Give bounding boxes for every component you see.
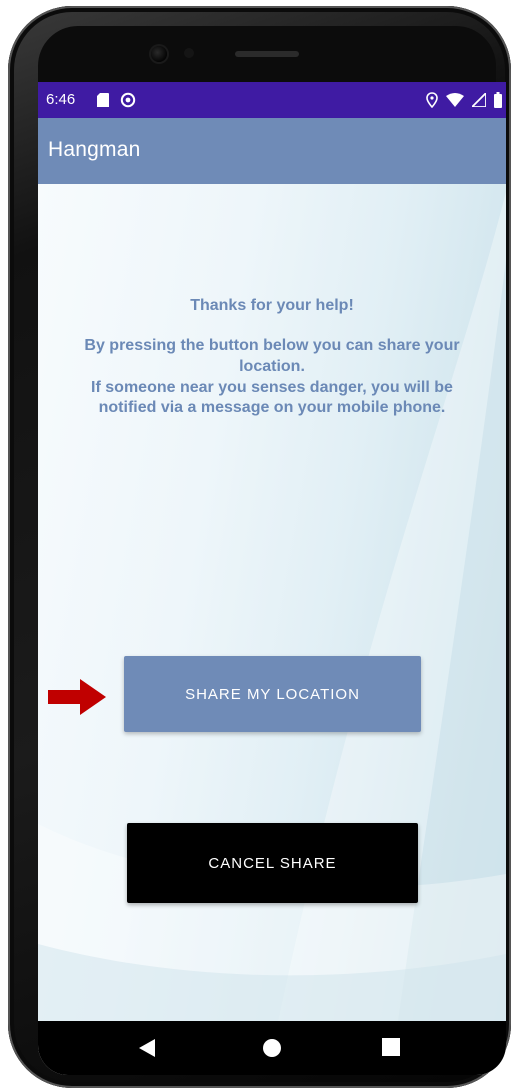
thanks-heading: Thanks for your help! [190,297,354,314]
earpiece-speaker [235,51,299,57]
phone-frame: 6:46 Hangman Thanks for your help! By pr… [8,6,511,1088]
message-line: By pressing the button below you can sha… [84,337,460,354]
sd-card-icon [96,92,110,113]
message-line: location. [239,358,305,375]
battery-icon [494,92,502,113]
right-arrow-icon [48,677,108,722]
status-time: 6:46 [46,91,76,108]
message-line: If someone near you senses danger, you w… [91,379,453,396]
app-bar: Hangman [38,118,506,184]
home-icon[interactable] [262,1038,282,1063]
back-icon[interactable] [138,1038,156,1063]
recents-icon[interactable] [382,1038,400,1061]
share-location-button[interactable]: SHARE MY LOCATION [124,656,421,732]
message-line: notified via a message on your mobile ph… [98,399,446,416]
navigation-bar [38,1021,506,1075]
sensor-icon [184,48,194,58]
front-camera-icon [151,46,167,62]
main-content: Thanks for your help! By pressing the bu… [38,184,506,1021]
status-left-icons [96,92,136,113]
screen: 6:46 Hangman Thanks for your help! By pr… [38,82,506,1075]
location-icon [426,92,438,113]
cancel-share-button[interactable]: CANCEL SHARE [127,823,418,903]
status-bar: 6:46 [38,82,506,118]
app-title: Hangman [48,138,141,161]
signal-icon [469,90,487,112]
wifi-icon [446,93,464,112]
status-right-icons [426,90,502,113]
circular-status-icon [120,92,136,113]
